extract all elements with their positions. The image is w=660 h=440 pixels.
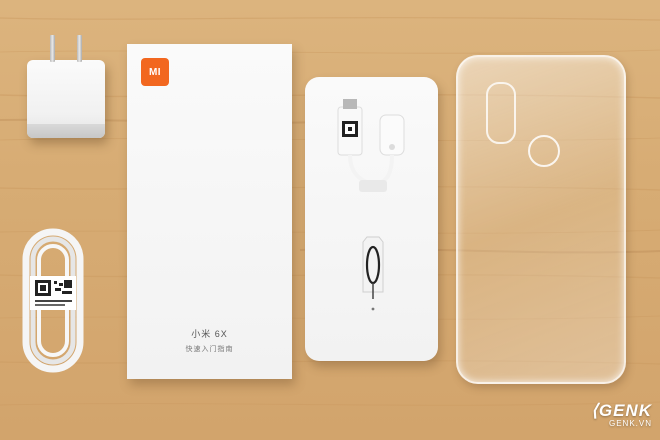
- genk-watermark: ⟨GENK GENK.VN: [591, 401, 652, 428]
- quick-start-manual: MI 小米 6X 快速入门指南: [127, 44, 292, 379]
- manual-subtitle: 快速入门指南: [185, 346, 234, 353]
- charger-prong-right: [77, 35, 82, 62]
- charger-base: [27, 124, 105, 138]
- case-camera-cutout: [486, 82, 516, 144]
- usb-cable-coiled: [22, 228, 84, 373]
- manual-title: 小米 6X: [191, 329, 228, 339]
- charger-prong-left: [50, 35, 55, 62]
- mi-logo-icon: MI: [141, 58, 169, 86]
- tray-contents: [337, 99, 405, 311]
- case-fingerprint-cutout: [528, 135, 560, 167]
- clear-phone-case: [456, 55, 626, 384]
- watermark-brand: ⟨GENK: [591, 401, 652, 420]
- photo-scene: MI 小米 6X 快速入门指南 ⟨GENK GENK.VN: [0, 0, 660, 440]
- accessory-tray: [305, 77, 438, 361]
- usb-charger: [27, 35, 105, 138]
- usb-c-headphone-adapter: [337, 99, 405, 192]
- sim-ejector-icon: [362, 236, 384, 311]
- qr-code-icon: [30, 276, 76, 310]
